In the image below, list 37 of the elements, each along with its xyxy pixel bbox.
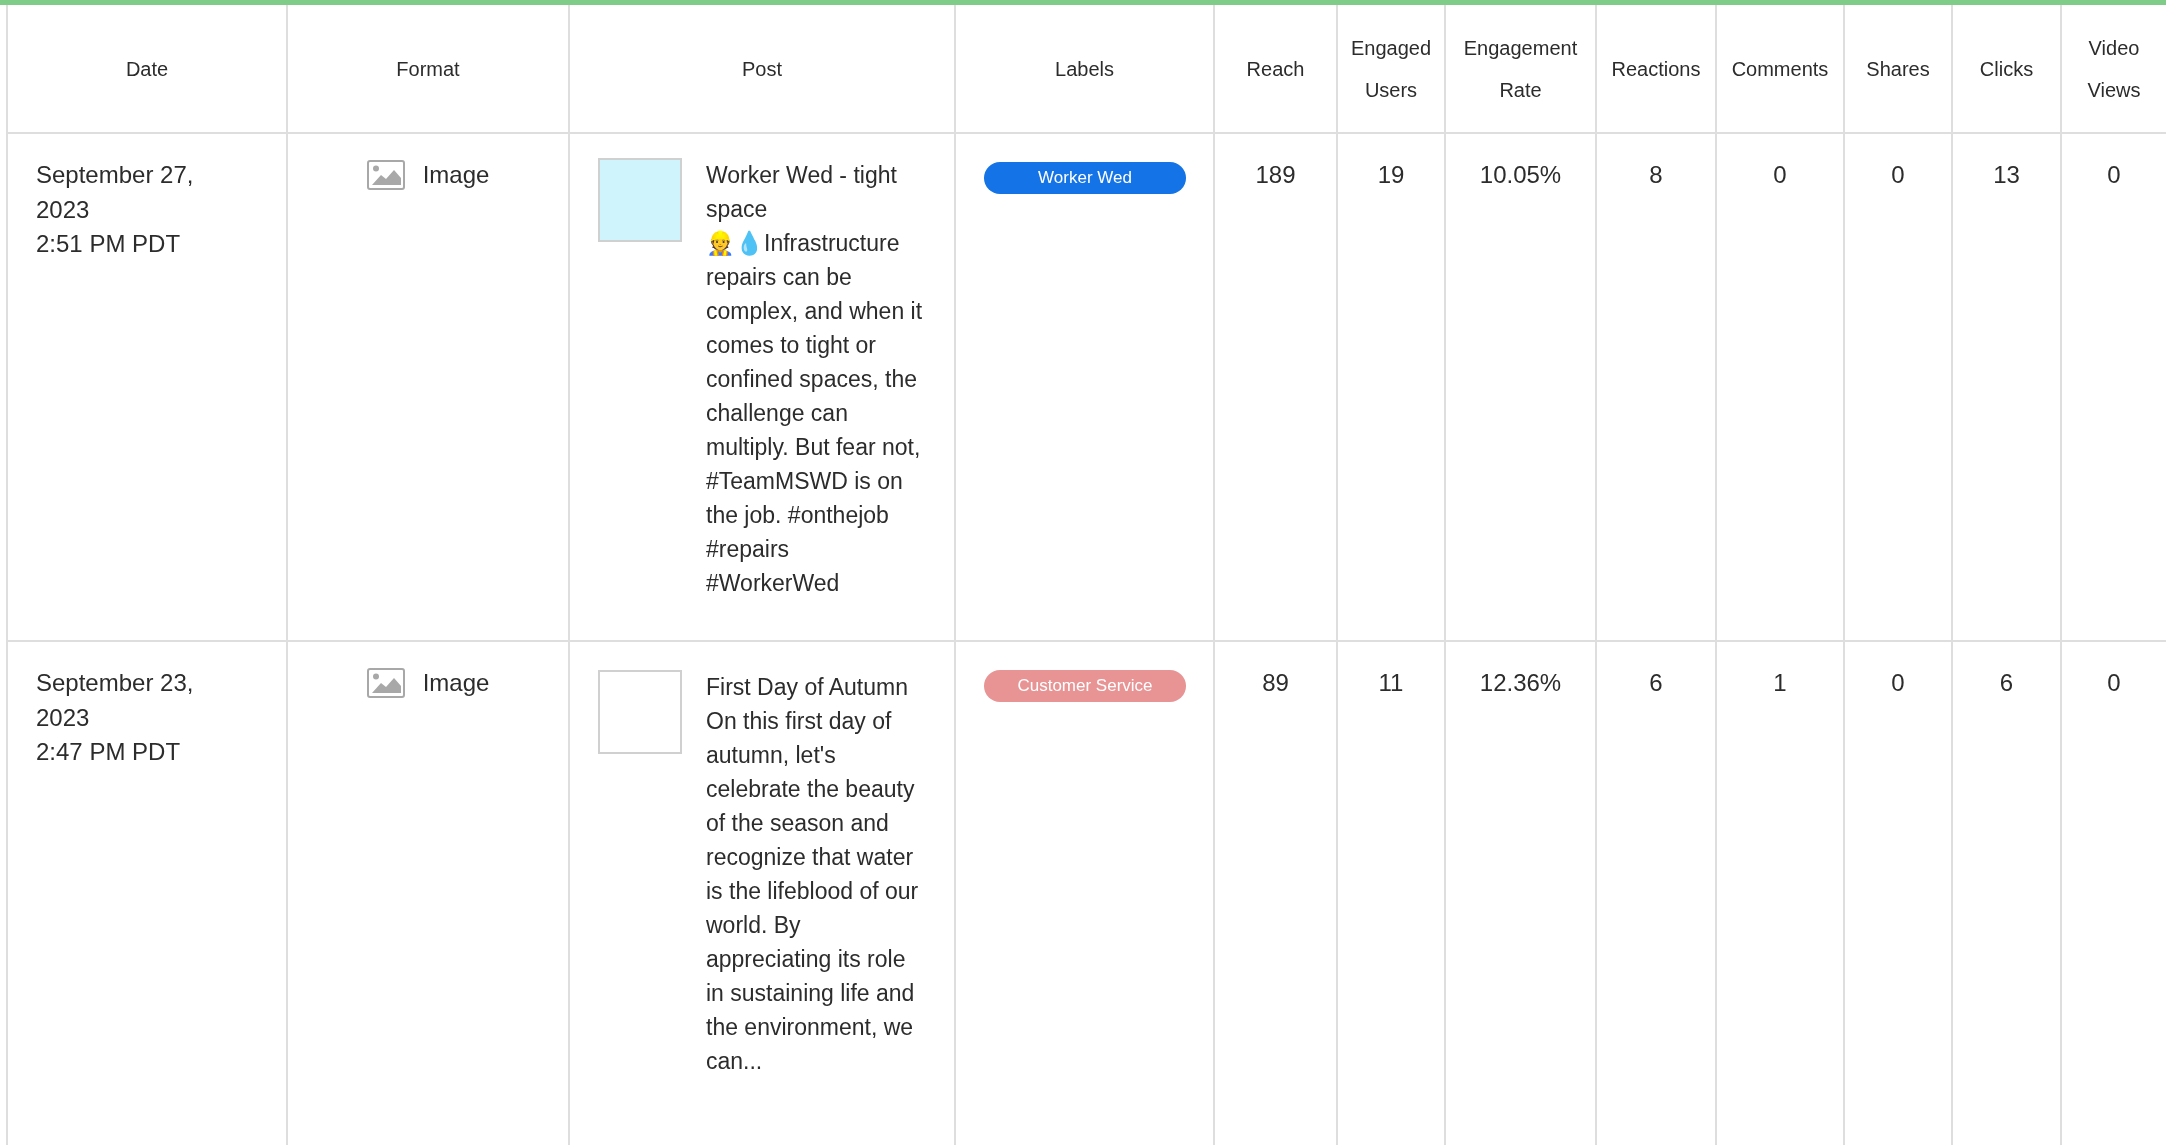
column-header: Reactions xyxy=(1596,5,1716,133)
column-header: Post xyxy=(569,5,955,133)
column-header: Clicks xyxy=(1952,5,2061,133)
table-cell: 0 xyxy=(2107,669,2121,696)
column-header: Date xyxy=(7,5,287,133)
column-header: Format xyxy=(287,5,569,133)
column-header: Reach xyxy=(1214,5,1337,133)
table-cell: 10.05% xyxy=(1479,161,1562,188)
post-text: Worker Wed - tight space 👷💧Infrastructure repairs can be complex, and when it comes to tight or confined spaces, the challenge can multiply. But fear not, #TeamMSWD is on the job. #onthejob #repairs #WorkerWed xyxy=(706,161,924,598)
table-cell: 0 xyxy=(1891,669,1905,696)
date-text: September 27, 2023 2:51 PM PDT xyxy=(36,160,195,259)
label-tag: Worker Wed xyxy=(984,162,1186,194)
label-tag: Customer Service xyxy=(984,670,1186,702)
column-header: Shares xyxy=(1844,5,1952,133)
column-header: Engaged Users xyxy=(1337,5,1445,133)
table-cell: 0 xyxy=(1773,161,1787,188)
image-icon xyxy=(366,160,405,191)
column-header: Engagement Rate xyxy=(1445,5,1596,133)
image-icon xyxy=(366,668,405,699)
table-cell: 8 xyxy=(1649,161,1663,188)
table-cell: 6 xyxy=(1649,669,1663,696)
table-cell: 0 xyxy=(1891,161,1905,188)
table-cell: 6 xyxy=(1999,669,2014,696)
table-cell: 89 xyxy=(1262,669,1289,696)
post-text: First Day of Autumn On this first day of autumn, let's celebrate the beauty of the season and recognize that water is the lifeblood of our world. By appreciating its role in sustaining life and the environment, we can... xyxy=(706,673,920,1076)
table-cell: 12.36% xyxy=(1479,669,1562,696)
table-cell: 13 xyxy=(1993,161,2020,188)
table-cell: 189 xyxy=(1255,161,1296,188)
format-text: Image xyxy=(422,160,490,190)
table-cell: 1 xyxy=(1773,669,1787,696)
table-cell: 19 xyxy=(1377,161,1405,188)
column-header: Comments xyxy=(1716,5,1844,133)
column-header: Labels xyxy=(955,5,1214,133)
date-text: September 23, 2023 2:47 PM PDT xyxy=(36,668,195,767)
table-cell: 11 xyxy=(1378,669,1404,696)
format-text: Image xyxy=(422,668,490,698)
table-cell: 0 xyxy=(2107,161,2121,188)
